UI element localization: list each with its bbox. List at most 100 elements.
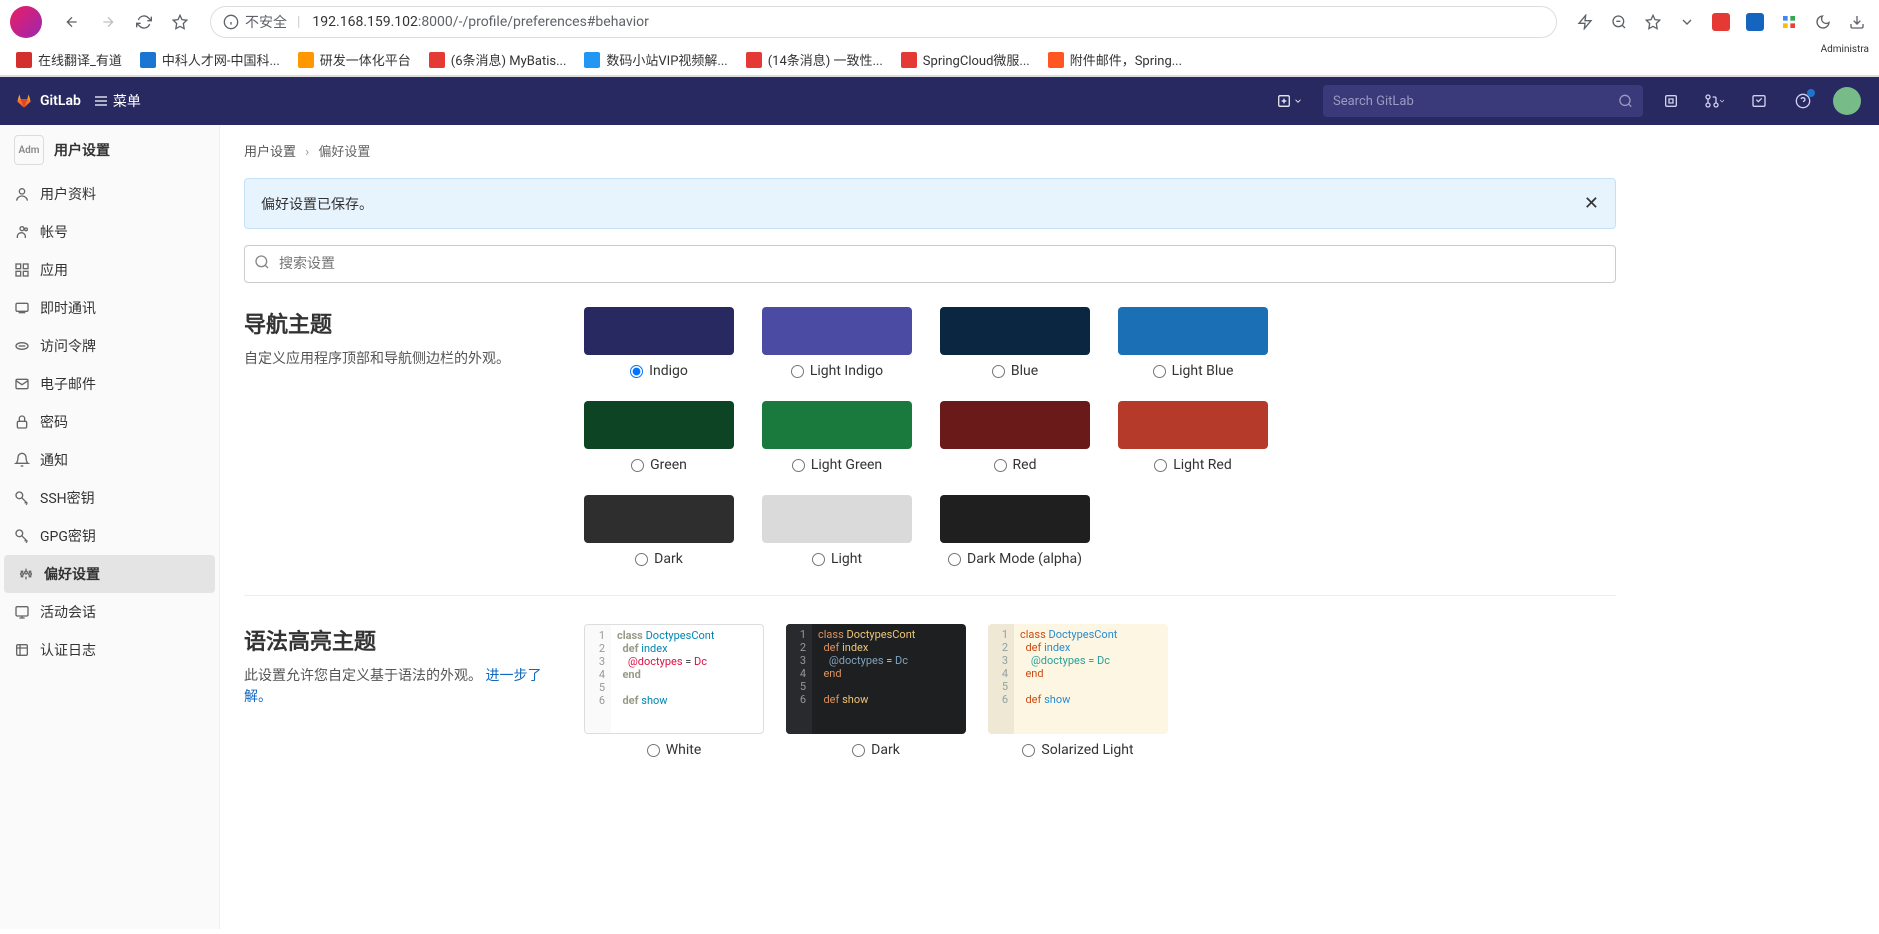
theme-label[interactable]: Dark Mode (alpha) (948, 551, 1082, 567)
sidebar-item-label: 即时通讯 (40, 298, 96, 318)
code-preview: 123456 class DoctypesCont def index @doc… (584, 624, 764, 734)
ext1-icon[interactable] (1709, 10, 1733, 34)
bookmark-star-icon[interactable] (166, 8, 194, 36)
bookmark-item[interactable]: (14条消息) 一致性... (746, 50, 883, 69)
sidebar-item[interactable]: 访问令牌 (0, 327, 219, 365)
search-settings-input[interactable] (244, 245, 1616, 283)
syntax-option[interactable]: 123456 class DoctypesCont def index @doc… (786, 624, 966, 758)
theme-option[interactable]: Light Red (1118, 401, 1268, 473)
forward-button[interactable] (94, 8, 122, 36)
theme-radio[interactable] (792, 459, 805, 472)
back-button[interactable] (58, 8, 86, 36)
breadcrumb-root[interactable]: 用户设置 (244, 145, 296, 160)
bookmark-item[interactable]: 中科人才网-中国科... (140, 50, 280, 69)
theme-option[interactable]: Blue (940, 307, 1090, 379)
syntax-label[interactable]: Dark (852, 742, 900, 758)
favicon-icon (140, 52, 156, 68)
theme-label[interactable]: Blue (992, 363, 1038, 379)
theme-label[interactable]: Light Indigo (791, 363, 883, 379)
theme-label[interactable]: Red (994, 457, 1037, 473)
theme-label[interactable]: Light Green (792, 457, 882, 473)
sidebar-item[interactable]: SSH密钥 (0, 479, 219, 517)
theme-label[interactable]: Light (812, 551, 862, 567)
bookmark-item[interactable]: 附件邮件，Spring... (1048, 50, 1182, 69)
theme-option[interactable]: Light Green (762, 401, 912, 473)
reload-button[interactable] (130, 8, 158, 36)
syntax-radio[interactable] (852, 744, 865, 757)
address-bar[interactable]: 不安全 | 192.168.159.102:8000/-/profile/pre… (210, 6, 1557, 38)
bookmark-item[interactable]: SpringCloud微服... (901, 50, 1030, 69)
theme-radio[interactable] (635, 553, 648, 566)
sidebar-item[interactable]: GPG密钥 (0, 517, 219, 555)
theme-radio[interactable] (994, 459, 1007, 472)
theme-radio[interactable] (992, 365, 1005, 378)
lightning-icon[interactable] (1573, 10, 1597, 34)
bookmark-label: 数码小站VIP视频解... (606, 50, 727, 69)
theme-option[interactable]: Red (940, 401, 1090, 473)
theme-option[interactable]: Light Blue (1118, 307, 1268, 379)
syntax-radio[interactable] (1022, 744, 1035, 757)
bookmark-item[interactable]: 在线翻译_有道 (16, 50, 122, 69)
syntax-radio[interactable] (647, 744, 660, 757)
favicon-icon (298, 52, 314, 68)
favorite-icon[interactable] (1641, 10, 1665, 34)
user-menu[interactable] (1831, 85, 1863, 117)
theme-label[interactable]: Dark (635, 551, 683, 567)
theme-option[interactable]: Green (584, 401, 734, 473)
sidebar-item[interactable]: 用户资料 (0, 175, 219, 213)
apps-icon[interactable] (1777, 10, 1801, 34)
theme-option[interactable]: Dark (584, 495, 734, 567)
todos-icon[interactable] (1743, 85, 1775, 117)
sidebar-item-icon (14, 452, 30, 468)
sidebar-item[interactable]: 即时通讯 (0, 289, 219, 327)
bookmark-label: 附件邮件，Spring... (1070, 50, 1182, 69)
alert-close-icon[interactable]: ✕ (1584, 193, 1599, 214)
sidebar-item[interactable]: 密码 (0, 403, 219, 441)
theme-radio[interactable] (948, 553, 961, 566)
help-icon[interactable] (1787, 85, 1819, 117)
theme-label[interactable]: Indigo (630, 363, 688, 379)
syntax-label[interactable]: White (647, 742, 702, 758)
theme-radio[interactable] (630, 365, 643, 378)
issues-icon[interactable] (1655, 85, 1687, 117)
theme-radio[interactable] (1153, 365, 1166, 378)
theme-radio[interactable] (812, 553, 825, 566)
search-input[interactable] (1333, 94, 1618, 109)
ext2-icon[interactable] (1743, 10, 1767, 34)
sidebar-item[interactable]: 认证日志 (0, 631, 219, 669)
zoom-out-icon[interactable] (1607, 10, 1631, 34)
bookmark-item[interactable]: (6条消息) MyBatis... (429, 50, 567, 69)
profile-avatar-icon[interactable] (10, 6, 42, 38)
syntax-option[interactable]: 123456 class DoctypesCont def index @doc… (584, 624, 764, 758)
bookmark-item[interactable]: 研发一体化平台 (298, 50, 411, 69)
bookmark-item[interactable]: 数码小站VIP视频解... (584, 50, 727, 69)
theme-radio[interactable] (631, 459, 644, 472)
theme-label[interactable]: Light Blue (1153, 363, 1234, 379)
sidebar-item[interactable]: 偏好设置 (4, 555, 215, 593)
chevron-down-icon[interactable] (1675, 10, 1699, 34)
gitlab-logo[interactable]: GitLab (16, 93, 81, 109)
create-button[interactable] (1269, 90, 1311, 112)
sidebar-item[interactable]: 电子邮件 (0, 365, 219, 403)
search-icon (254, 254, 270, 274)
sidebar-item[interactable]: 帐号 (0, 213, 219, 251)
theme-label[interactable]: Green (631, 457, 687, 473)
sidebar-item[interactable]: 通知 (0, 441, 219, 479)
theme-option[interactable]: Light Indigo (762, 307, 912, 379)
theme-option[interactable]: Indigo (584, 307, 734, 379)
sidebar-item[interactable]: 活动会话 (0, 593, 219, 631)
sidebar-header[interactable]: Adm 用户设置 (0, 125, 219, 175)
download-icon[interactable] (1845, 10, 1869, 34)
syntax-option[interactable]: 123456 class DoctypesCont def index @doc… (988, 624, 1168, 758)
sidebar-item[interactable]: 应用 (0, 251, 219, 289)
theme-option[interactable]: Dark Mode (alpha) (940, 495, 1090, 567)
syntax-label[interactable]: Solarized Light (1022, 742, 1133, 758)
merge-requests-icon[interactable] (1699, 85, 1731, 117)
theme-radio[interactable] (1154, 459, 1167, 472)
theme-radio[interactable] (791, 365, 804, 378)
theme-label[interactable]: Light Red (1154, 457, 1232, 473)
theme-option[interactable]: Light (762, 495, 912, 567)
search-bar[interactable] (1323, 85, 1643, 117)
menu-button[interactable]: 菜单 (93, 91, 141, 111)
dark-mode-icon[interactable] (1811, 10, 1835, 34)
